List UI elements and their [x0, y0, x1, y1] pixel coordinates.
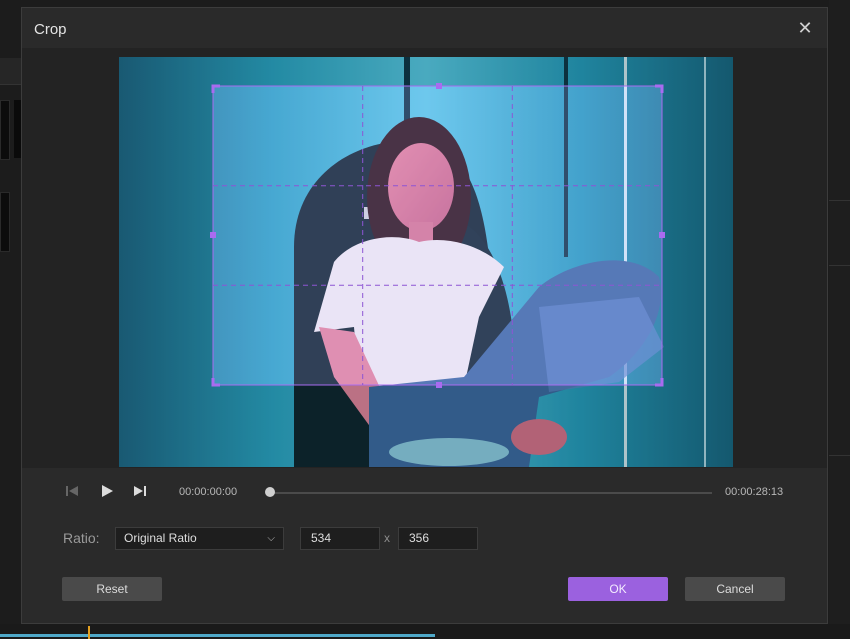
playback-controls: 00:00:00:00 00:00:28:13 — [22, 478, 827, 508]
width-field[interactable]: 534 — [300, 527, 380, 550]
dialog-title: Crop — [34, 21, 67, 38]
skip-back-icon[interactable] — [63, 482, 81, 500]
bg-divider — [829, 455, 850, 456]
bg-timeline-progress — [0, 634, 435, 637]
bg-panel-strip — [0, 58, 22, 85]
dimension-separator: x — [384, 531, 390, 545]
bg-thumbnail — [0, 192, 10, 252]
video-preview — [119, 57, 733, 467]
ratio-select-value: Original Ratio — [124, 531, 197, 545]
bg-thumbnail — [0, 100, 10, 160]
crop-dialog: Crop ✕ 00:00:00:00 00:00:28:13 Ratio: Or… — [21, 7, 828, 624]
preview-image — [119, 57, 733, 467]
ratio-select[interactable]: Original Ratio ⌵ — [115, 527, 284, 550]
bg-playhead — [88, 626, 90, 639]
close-icon[interactable]: ✕ — [795, 18, 815, 38]
cancel-button[interactable]: Cancel — [685, 577, 785, 601]
play-icon[interactable] — [98, 482, 116, 500]
seek-thumb[interactable] — [265, 487, 275, 497]
chevron-down-icon: ⌵ — [267, 533, 275, 544]
ratio-label: Ratio: — [63, 530, 100, 546]
bg-divider — [829, 265, 850, 266]
current-time: 00:00:00:00 — [179, 486, 238, 498]
ok-button[interactable]: OK — [568, 577, 668, 601]
skip-forward-icon[interactable] — [131, 482, 149, 500]
reset-button[interactable]: Reset — [62, 577, 162, 601]
height-field[interactable]: 356 — [398, 527, 478, 550]
total-time: 00:00:28:13 — [725, 486, 784, 498]
bg-right-panel — [829, 0, 850, 639]
seek-track[interactable] — [270, 492, 712, 494]
bg-divider — [829, 200, 850, 201]
